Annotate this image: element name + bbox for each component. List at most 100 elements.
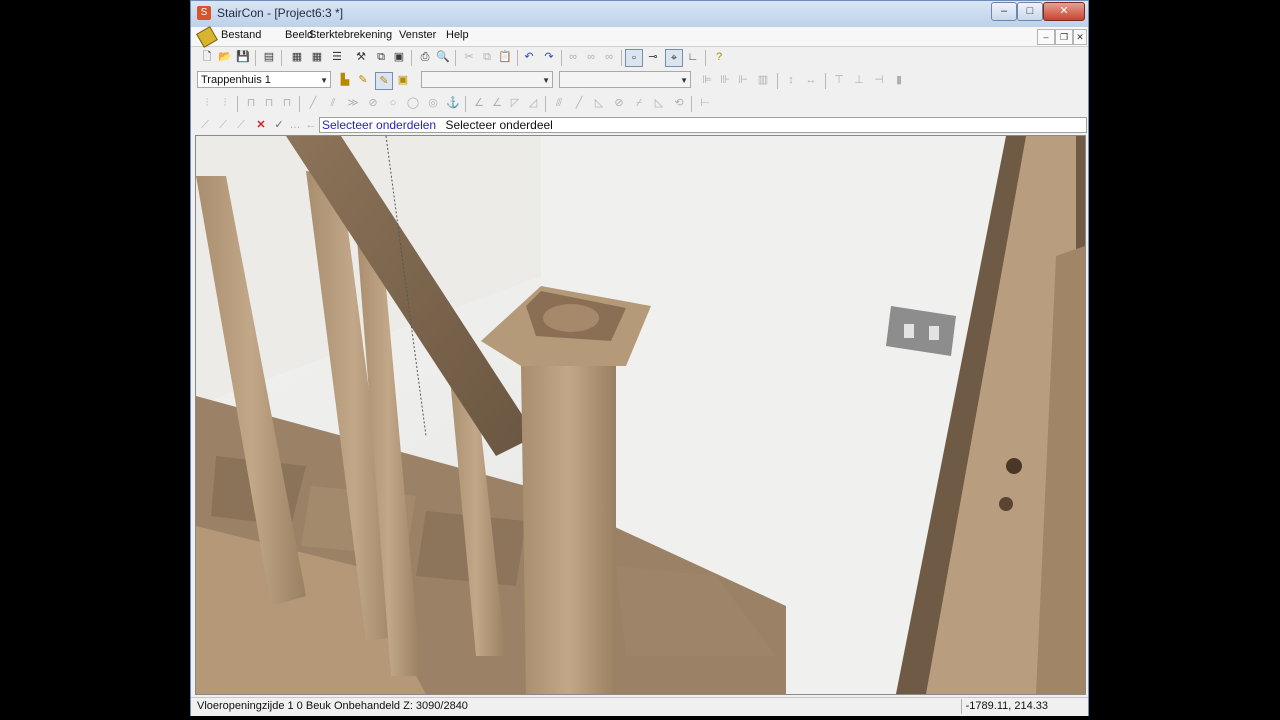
snap-points-icon[interactable]: ▫ [625,49,643,67]
align-center-icon[interactable]: ⊪ [717,72,733,88]
diagonal-icon[interactable]: ╱ [571,95,587,111]
door-handle [1006,458,1022,474]
3d-viewport[interactable] [195,135,1086,695]
mdi-restore-button[interactable]: ❐ [1055,29,1073,45]
window-view-icon[interactable]: ▦ [289,49,305,65]
newel-icon[interactable]: ⊓ [279,95,295,111]
rail-icon[interactable]: ⫶ [199,95,215,111]
toolbar-separator [411,50,412,66]
maximize-button[interactable]: □ [1017,2,1043,21]
corner-icon[interactable]: ∠ [471,95,487,111]
settings-sliders-icon[interactable]: ☰ [329,49,345,65]
staircon-logo-icon[interactable]: S [197,6,211,20]
document-icon[interactable]: ▤ [261,49,277,65]
menu-help[interactable]: Help [446,29,469,41]
bevel-icon[interactable]: ◺ [591,95,607,111]
menu-sterktebrekening[interactable]: Sterktebrekening [309,29,392,41]
dots-icon[interactable]: … [287,117,303,133]
ruler-icon[interactable]: ✎ [355,72,371,88]
double-line-icon[interactable]: ⫽ [325,95,341,111]
distribute-icon[interactable]: ▥ [755,72,771,88]
slope-left-icon[interactable]: ◿ [525,95,541,111]
forbidden-icon[interactable]: ⊘ [611,95,627,111]
menu-bestand[interactable]: Bestand [221,29,261,41]
angle-icon[interactable]: ∟ [685,49,701,65]
line-tool-3-icon[interactable]: ⟋ [233,117,249,133]
paste-icon[interactable]: 📋 [497,49,513,65]
hatch-icon[interactable]: ⫻ [551,95,567,111]
open-folder-icon[interactable]: 📂 [217,49,233,65]
calculator-icon[interactable]: ▣ [391,49,407,65]
line-icon[interactable]: ╱ [305,95,321,111]
command-bar: ⟋ ⟋ ⟋ ✕ ✓ … ← Selecteer onderdelen Selec… [191,115,1088,135]
print-preview-icon[interactable]: 🔍 [435,49,451,65]
circle-cross-icon[interactable]: ⊘ [365,95,381,111]
post-icon[interactable]: ⊓ [243,95,259,111]
offset-icon[interactable]: ≫ [345,95,361,111]
tools-icon[interactable]: ⚒ [353,49,369,65]
slope-icon[interactable]: ◸ [507,95,523,111]
mdi-close-button[interactable]: ✕ [1073,29,1087,45]
corner-edit-icon[interactable]: ∠ [489,95,505,111]
line-tool-2-icon[interactable]: ⟋ [215,117,231,133]
grid-view-icon[interactable]: ▦ [309,49,325,65]
chain-icon[interactable]: ∞ [601,49,617,65]
option-select-1[interactable]: ▼ [421,71,553,88]
same-size-icon[interactable]: ▮ [891,72,907,88]
back-arrow-icon[interactable]: ← [303,117,319,133]
align-top-icon[interactable]: ⊤ [831,72,847,88]
measure-icon[interactable]: ✎ [375,72,393,90]
toolbar-separator [545,96,546,112]
trim-icon[interactable]: ⌿ [631,95,647,111]
align-left-icon[interactable]: ⊫ [699,72,715,88]
circle-icon[interactable]: ○ [385,95,401,111]
view-select-value: Trappenhuis 1 [201,74,271,86]
stair-3d-render[interactable] [196,136,1085,694]
command-prompt-text: Selecteer onderdeel [445,118,553,132]
toolbar-separator [455,50,456,66]
staircon-menu-icon[interactable] [196,26,218,48]
snap-line-icon[interactable]: ⊸ [645,49,661,65]
space-horizontal-icon[interactable]: ↔ [803,72,819,88]
cut-icon[interactable]: ✂ [461,49,477,65]
redo-icon[interactable]: ↷ [541,49,557,65]
mdi-minimize-button[interactable]: – [1037,29,1055,45]
save-icon[interactable]: 💾 [235,49,251,65]
post-cap-icon[interactable]: ⊓ [261,95,277,111]
minimize-button[interactable]: – [991,2,1017,21]
anchor-icon[interactable]: ⚓ [445,95,461,111]
align-right-icon[interactable]: ⊩ [735,72,751,88]
crosshair-icon[interactable]: ⌖ [665,49,683,67]
option-select-2[interactable]: ▼ [559,71,691,88]
align-middle-icon[interactable]: ⊥ [851,72,867,88]
dot-circle-icon[interactable]: ◎ [425,95,441,111]
edit-toolbar: ⫶ ⫶ ⊓ ⊓ ⊓ ╱ ⫽ ≫ ⊘ ○ ◯ ◎ ⚓ ∠ ∠ ◸ ◿ ⫻ ╱ ◺ … [195,93,1075,115]
space-vertical-icon[interactable]: ↕ [783,72,799,88]
help-icon[interactable]: ? [711,49,727,65]
unlink-icon[interactable]: ∞ [583,49,599,65]
extend-icon[interactable]: ◺ [651,95,667,111]
stair-icon[interactable]: ▙ [337,72,353,88]
link-icon[interactable]: ∞ [565,49,581,65]
material-icon[interactable]: ▣ [395,72,411,88]
new-file-icon[interactable]: 🗋 [199,49,215,65]
close-button[interactable]: ✕ [1043,2,1085,21]
door-keyhole [999,497,1013,511]
command-prompt[interactable]: Selecteer onderdelen Selecteer onderdeel [319,117,1087,133]
height-icon[interactable]: ⊢ [697,95,713,111]
undo-icon[interactable]: ↶ [521,49,537,65]
baluster-icon[interactable]: ⫶ [217,95,233,111]
print-icon[interactable]: ⎙ [417,49,433,65]
confirm-icon[interactable]: ✓ [271,117,287,133]
compare-icon[interactable]: ⧉ [373,49,389,65]
copy-icon[interactable]: ⧉ [479,49,495,65]
line-tool-icon[interactable]: ⟋ [197,117,213,133]
select-parts-link[interactable]: Selecteer onderdelen [322,118,436,132]
cancel-icon[interactable]: ✕ [253,117,269,133]
rotate-icon[interactable]: ⟲ [671,95,687,111]
menu-venster[interactable]: Venster [399,29,436,41]
align-bottom-icon[interactable]: ⊣ [871,72,887,88]
view-select[interactable]: Trappenhuis 1 ▼ [197,71,331,88]
status-separator [961,699,962,714]
circle-outline-icon[interactable]: ◯ [405,95,421,111]
